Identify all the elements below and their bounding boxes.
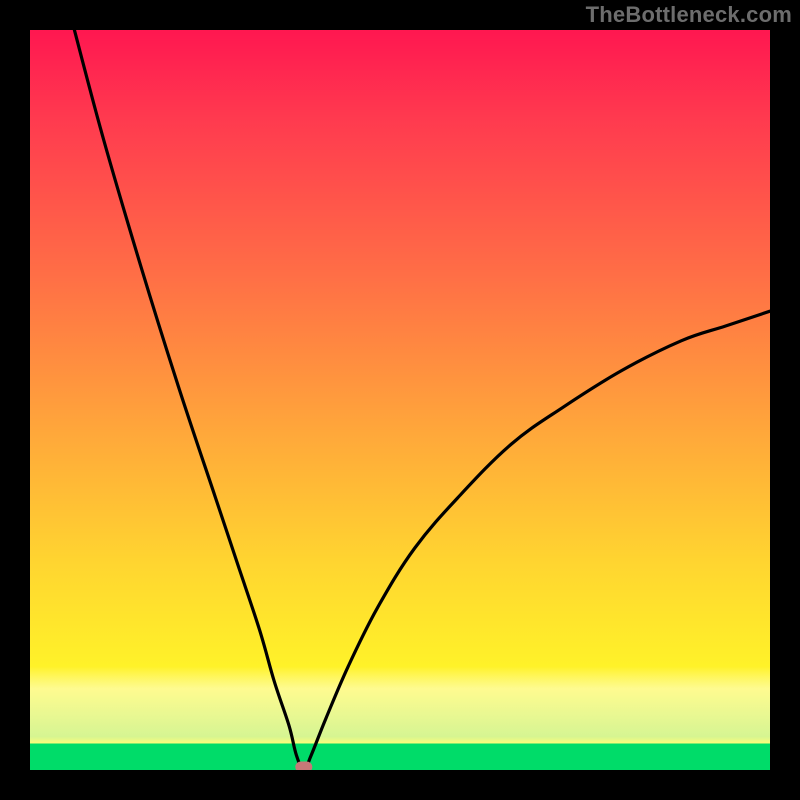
chart-stage: TheBottleneck.com [0, 0, 800, 800]
plot-area [30, 30, 770, 770]
bottleneck-curve [74, 30, 770, 770]
optimal-point-marker [296, 762, 312, 770]
watermark-label: TheBottleneck.com [586, 2, 792, 28]
curve-layer [30, 30, 770, 770]
